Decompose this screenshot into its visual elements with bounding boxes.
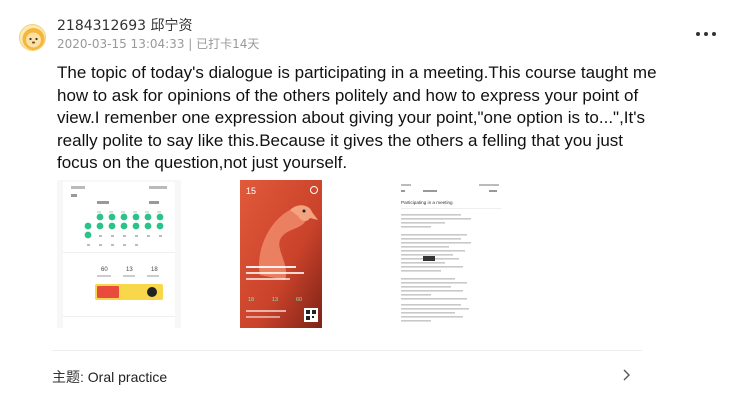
svg-text:13: 13 [126, 267, 133, 273]
svg-text:60: 60 [296, 297, 302, 303]
svg-text:18: 18 [151, 267, 158, 273]
topic-label[interactable]: Oral practice [88, 369, 167, 385]
participating-in-a-meeting-transcript[interactable]: Participating in a meeting [393, 180, 517, 328]
more-dots-icon[interactable] [694, 24, 718, 42]
svg-text:13: 13 [272, 297, 278, 303]
svg-text:18: 18 [248, 297, 254, 303]
transcript-title: Participating in a meeting [401, 200, 453, 205]
username[interactable]: 2184312693 邱宁资 [57, 15, 193, 35]
topic-prefix: 主题: [52, 369, 84, 385]
checkin-status: 已打卡14天 [196, 37, 260, 51]
calendar-checkin-screenshot[interactable]: 60 13 18 [57, 180, 181, 328]
timestamp: 2020-03-15 13:04:33 [57, 37, 185, 51]
divider [52, 350, 642, 351]
svg-text:15: 15 [246, 186, 256, 196]
meta-separator: | [188, 37, 193, 51]
chevron-right-icon[interactable] [620, 367, 634, 383]
post-text: The topic of today's dialogue is partici… [57, 63, 657, 173]
topic-row[interactable]: 主题: Oral practice [52, 367, 167, 387]
avatar[interactable] [19, 24, 46, 51]
flamingo-daily-card[interactable]: 15 18 13 60 [240, 180, 364, 328]
svg-text:60: 60 [101, 267, 108, 273]
post-meta: 2020-03-15 13:04:33 | 已打卡14天 [57, 35, 259, 52]
